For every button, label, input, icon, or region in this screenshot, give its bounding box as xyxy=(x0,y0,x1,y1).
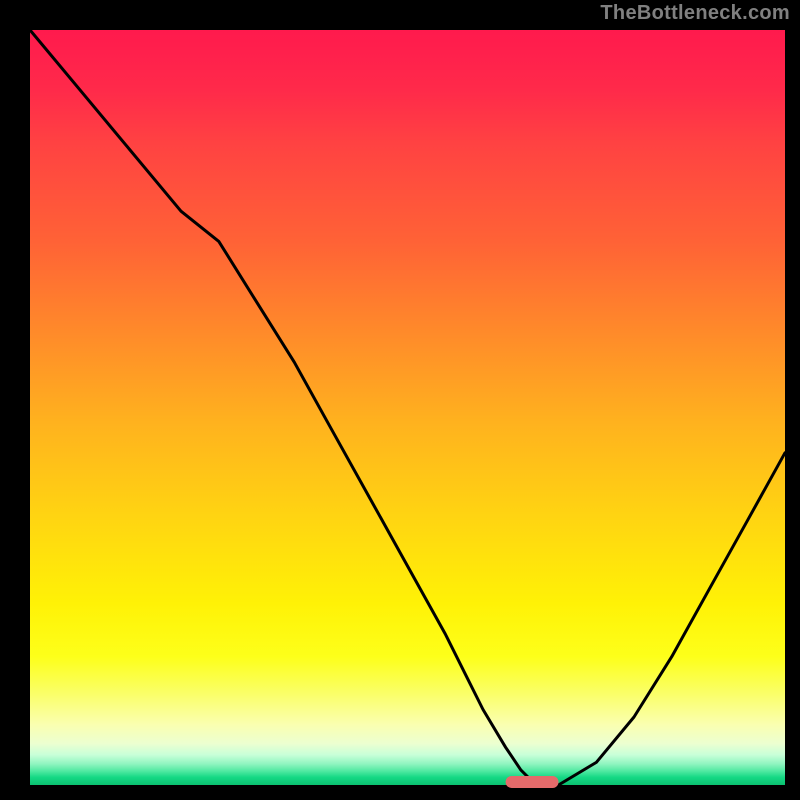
bottleneck-curve xyxy=(30,30,785,785)
curve-svg xyxy=(30,30,785,785)
plot-area xyxy=(30,30,785,785)
chart-frame: TheBottleneck.com xyxy=(0,0,800,800)
attribution-text: TheBottleneck.com xyxy=(600,2,790,25)
optimal-marker xyxy=(506,776,559,788)
